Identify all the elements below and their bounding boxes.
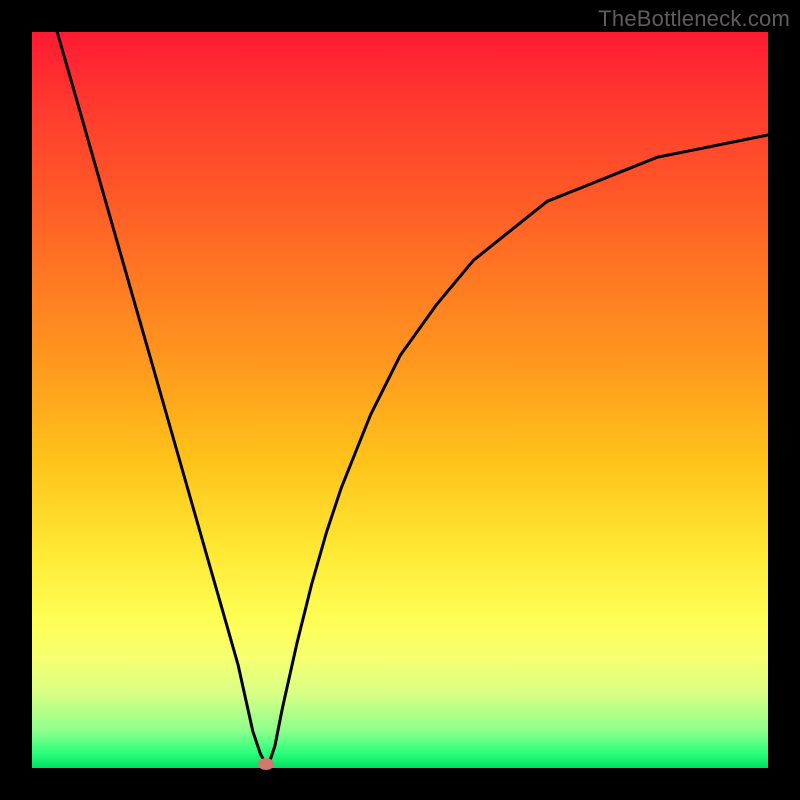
minimum-marker [258,758,274,770]
bottleneck-curve [32,32,768,768]
chart-frame [32,32,768,768]
watermark-text: TheBottleneck.com [598,6,790,32]
